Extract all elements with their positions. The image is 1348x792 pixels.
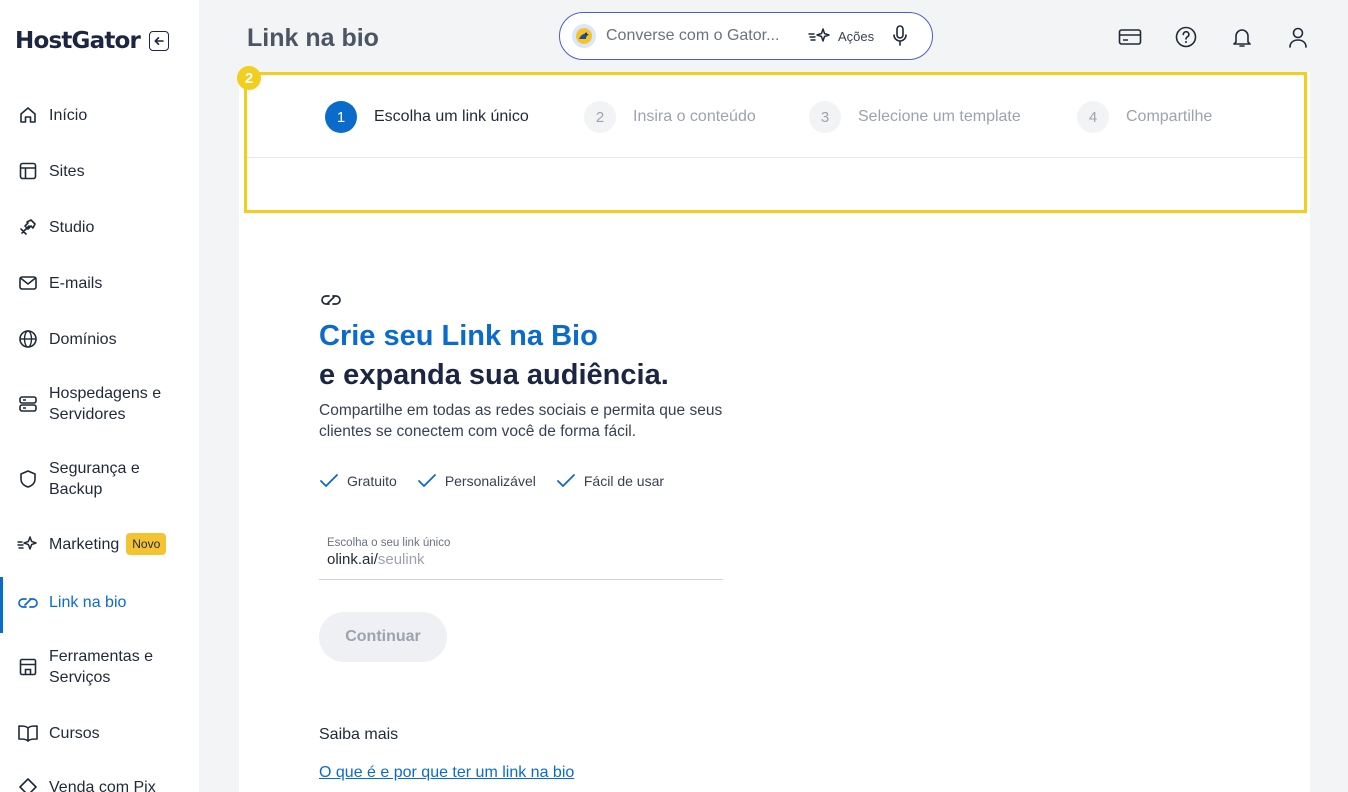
- gator-chat-bar[interactable]: Ações: [559, 12, 933, 60]
- unique-link-label: Escolha o seu link único: [327, 537, 451, 549]
- microphone-icon[interactable]: [892, 25, 908, 47]
- sidebar-item-label: Início: [49, 106, 88, 124]
- step-number: 1: [325, 101, 357, 133]
- store-icon: [17, 656, 39, 678]
- gator-chat-input[interactable]: [606, 27, 796, 45]
- check-icon: [556, 474, 575, 487]
- feature-item: Gratuito: [319, 473, 397, 489]
- bell-icon[interactable]: [1230, 25, 1254, 49]
- sidebar-item-label: Segurança e Backup: [49, 460, 140, 498]
- sidebar-item-sites[interactable]: Sites: [0, 160, 199, 182]
- server-icon: [17, 393, 39, 415]
- sidebar-item-label: E-mails: [49, 274, 103, 292]
- sidebar-item-hospedagens[interactable]: Hospedagens e Servidores: [0, 383, 199, 425]
- link-icon: [319, 292, 343, 313]
- sidebar-item-dominios[interactable]: Domínios: [0, 328, 199, 350]
- help-icon[interactable]: [1174, 25, 1198, 49]
- sidebar-item-link-na-bio[interactable]: Link na bio: [0, 577, 199, 633]
- sidebar: HostGator Início Sites Studio E-mails Do…: [0, 0, 199, 792]
- unique-link-input[interactable]: [377, 551, 678, 568]
- sidebar-item-label: Venda com Pix: [49, 778, 156, 792]
- unique-link-field[interactable]: Escolha o seu link único olink.ai/: [319, 536, 723, 580]
- sidebar-item-venda-pix[interactable]: Venda com Pix: [0, 776, 199, 792]
- steps-highlight-box: [244, 72, 1307, 213]
- step-label: Compartilhe: [1126, 108, 1213, 125]
- features-list: Gratuito Personalizável Fácil de usar: [319, 473, 684, 489]
- step-marker-badge: 2: [237, 66, 261, 90]
- collapse-sidebar-icon[interactable]: [149, 31, 170, 51]
- home-icon: [17, 104, 39, 126]
- sparkle-icon: [17, 533, 39, 555]
- mail-icon: [17, 272, 39, 294]
- sidebar-item-ferramentas[interactable]: Ferramentas e Serviços: [0, 646, 199, 688]
- step-label: Selecione um template: [858, 108, 1021, 125]
- book-icon: [17, 722, 39, 744]
- sidebar-item-label: Domínios: [49, 330, 117, 348]
- step-number: 3: [809, 101, 841, 133]
- page-title: Link na bio: [247, 24, 379, 52]
- sidebar-item-studio[interactable]: Studio: [0, 216, 199, 238]
- actions-label: Ações: [838, 28, 875, 44]
- sidebar-item-label: Sites: [49, 162, 85, 180]
- continue-button[interactable]: Continuar: [319, 612, 447, 662]
- billing-card-icon[interactable]: [1118, 25, 1142, 49]
- user-profile-icon[interactable]: [1286, 25, 1310, 49]
- sidebar-item-emails[interactable]: E-mails: [0, 272, 199, 294]
- feature-label: Fácil de usar: [583, 473, 665, 489]
- check-icon: [320, 474, 338, 487]
- feature-item: Personalizável: [417, 473, 536, 489]
- gator-avatar-icon: [572, 24, 596, 48]
- headline-highlight: Crie seu Link na Bio: [319, 320, 598, 352]
- feature-item: Fácil de usar: [556, 473, 664, 489]
- description: Compartilhe em todas as redes sociais e …: [319, 402, 723, 440]
- sidebar-item-label: Ferramentas e Serviços: [49, 648, 154, 686]
- sidebar-item-seguranca[interactable]: Segurança e Backup: [0, 458, 199, 500]
- sidebar-item-cursos[interactable]: Cursos: [0, 722, 199, 744]
- link-icon: [17, 591, 39, 613]
- step-number: 4: [1077, 101, 1109, 133]
- sidebar-item-label: Marketing: [49, 535, 120, 553]
- sidebar-item-label: Hospedagens e Servidores: [49, 385, 162, 423]
- step-number: 2: [584, 101, 616, 133]
- unique-link-row: olink.ai/: [327, 551, 723, 568]
- step-4: 4 Compartilhe: [1077, 101, 1212, 133]
- layout-icon: [17, 160, 39, 182]
- check-icon: [417, 474, 436, 487]
- learn-more-title: Saiba mais: [319, 726, 399, 743]
- link-prefix: olink.ai/: [327, 551, 378, 568]
- step-3: 3 Selecione um template: [809, 101, 1021, 133]
- actions-button[interactable]: Ações: [808, 27, 874, 45]
- globe-icon: [17, 328, 39, 350]
- new-badge: Novo: [126, 533, 167, 555]
- sidebar-item-label: Cursos: [49, 724, 100, 742]
- hostgator-logo[interactable]: HostGator: [15, 28, 141, 54]
- step-label: Insira o conteúdo: [633, 108, 756, 125]
- shield-icon: [17, 468, 39, 490]
- pix-icon: [17, 776, 39, 792]
- learn-more-link[interactable]: O que é e por que ter um link na bio: [319, 764, 574, 782]
- sidebar-item-marketing[interactable]: Marketing Novo: [0, 533, 199, 555]
- step-2: 2 Insira o conteúdo: [584, 101, 756, 133]
- step-1[interactable]: 1 Escolha um link único: [325, 101, 529, 133]
- tools-icon: [17, 216, 39, 238]
- headline-rest: e expanda sua audiência.: [319, 359, 669, 391]
- logo-row: HostGator: [15, 28, 170, 54]
- sidebar-item-inicio[interactable]: Início: [0, 104, 199, 126]
- sidebar-item-label: Studio: [49, 218, 95, 236]
- feature-label: Gratuito: [347, 473, 397, 489]
- feature-label: Personalizável: [444, 473, 536, 489]
- sidebar-item-label: Link na bio: [49, 593, 127, 611]
- step-label: Escolha um link único: [374, 108, 529, 125]
